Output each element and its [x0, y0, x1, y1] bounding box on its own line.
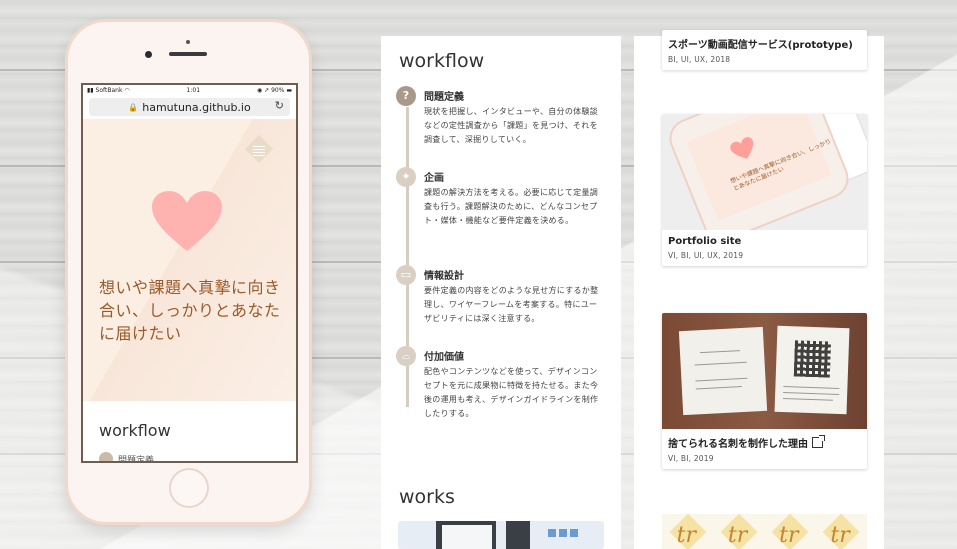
question-icon: ? — [396, 86, 416, 106]
works-panel: スポーツ動画配信サービス(prototype) BI, UI, UX, 2018… — [634, 30, 884, 549]
pattern-tile: tr — [669, 514, 707, 549]
qr-code-icon — [793, 340, 832, 378]
status-bar: ▮▮ SoftBank ◠ 1:01 ◉ ↗ 90% ▬ — [83, 85, 296, 96]
card-image — [662, 313, 867, 429]
card-tags: VI, BI, UI, UX, 2019 — [668, 251, 744, 260]
step-icon — [99, 452, 113, 461]
battery-status: ◉ ↗ 90% ▬ — [256, 87, 292, 94]
card-tags: BI, UI, UX, 2018 — [668, 55, 731, 64]
business-card-back — [774, 325, 850, 415]
section-title: workflow — [99, 421, 171, 440]
work-card[interactable]: 捨てられる名刺を制作した理由 VI, BI, 2019 — [662, 313, 867, 469]
workflow-title: workflow — [399, 50, 485, 72]
home-button[interactable] — [169, 468, 209, 508]
cloche-icon: ⌓ — [396, 346, 416, 366]
external-link-icon — [812, 435, 825, 448]
pattern-tile: tr — [822, 514, 860, 549]
url-text: hamutuna.github.io — [142, 100, 251, 114]
hero-section: 想いや課題へ真摯に向き合い、しっかりとあなたに届けたい — [83, 119, 296, 401]
step-description: 配色やコンテンツなどを使って、デザインコンセプトを元に成果物に特徴を持たせる。ま… — [424, 367, 599, 418]
app-tile — [548, 529, 556, 537]
card-image: 想いや課題へ真摯に向き合い、しっかりとあなたに届けたい — [662, 114, 867, 230]
step-title: 企画 — [424, 173, 444, 184]
reload-icon[interactable]: ↻ — [275, 99, 284, 112]
device-frame — [506, 521, 530, 549]
workflow-panel: workflow ? 問題定義 現状を把握し、インタビューや、自分の体験談などの… — [381, 36, 621, 549]
camera-icon — [145, 51, 152, 58]
address-bar[interactable]: 🔒 hamutuna.github.io ↻ — [89, 98, 290, 116]
app-tile — [559, 529, 567, 537]
status-time: 1:01 — [186, 87, 201, 94]
lock-icon: 🔒 — [128, 102, 139, 112]
workflow-peek: 問題定義 — [99, 452, 154, 461]
pattern-tile: tr — [720, 514, 758, 549]
work-card[interactable]: スポーツ動画配信サービス(prototype) BI, UI, UX, 2018 — [662, 30, 867, 70]
phone-screen: ▮▮ SoftBank ◠ 1:01 ◉ ↗ 90% ▬ 🔒 hamutuna.… — [81, 83, 298, 463]
device-screen — [442, 525, 492, 549]
heart-icon — [152, 191, 222, 251]
step-description: 現状を把握し、インタビューや、自分の体験談などの定性調査から「課題」を見つけ、そ… — [424, 107, 599, 144]
step-title: 付加価値 — [424, 352, 464, 363]
works-title: works — [399, 486, 455, 508]
pattern-card-image[interactable]: tr tr tr tr — [662, 514, 867, 549]
hero-tagline: 想いや課題へ真摯に向き合い、しっかりとあなたに届けたい — [99, 278, 281, 343]
lightbulb-icon: ✦ — [396, 167, 416, 187]
step-title: 情報設計 — [424, 271, 464, 282]
business-card-front — [678, 326, 768, 416]
step-description: 課題の解決方法を考える。必要に応じて定量調査も行う。課題解決のために、どんなコン… — [424, 188, 599, 225]
phone-speaker — [169, 52, 207, 56]
browser-window-icon: ▭ — [396, 265, 416, 285]
work-card[interactable]: 想いや課題へ真摯に向き合い、しっかりとあなたに届けたい Portfolio si… — [662, 114, 867, 266]
works-thumbnail[interactable] — [398, 521, 604, 549]
card-title: 捨てられる名刺を制作した理由 — [662, 429, 867, 450]
hamburger-icon[interactable] — [253, 146, 265, 158]
phone-sensor — [186, 40, 190, 44]
pattern-tile: tr — [771, 514, 809, 549]
app-tile — [570, 529, 578, 537]
step-description: 要件定義の内容をどのような見せ方にするか整理し、ワイヤーフレームを考案する。特に… — [424, 286, 599, 323]
card-title: スポーツ動画配信サービス(prototype) — [668, 40, 853, 51]
phone-mockup: ▮▮ SoftBank ◠ 1:01 ◉ ↗ 90% ▬ 🔒 hamutuna.… — [68, 22, 309, 522]
step-title: 問題定義 — [424, 92, 464, 103]
carrier-label: ▮▮ SoftBank ◠ — [87, 87, 130, 94]
phone-image: 想いや課題へ真摯に向き合い、しっかりとあなたに届けたい — [666, 114, 852, 230]
card-tags: VI, BI, 2019 — [668, 454, 714, 463]
card-title: Portfolio site — [668, 236, 742, 247]
